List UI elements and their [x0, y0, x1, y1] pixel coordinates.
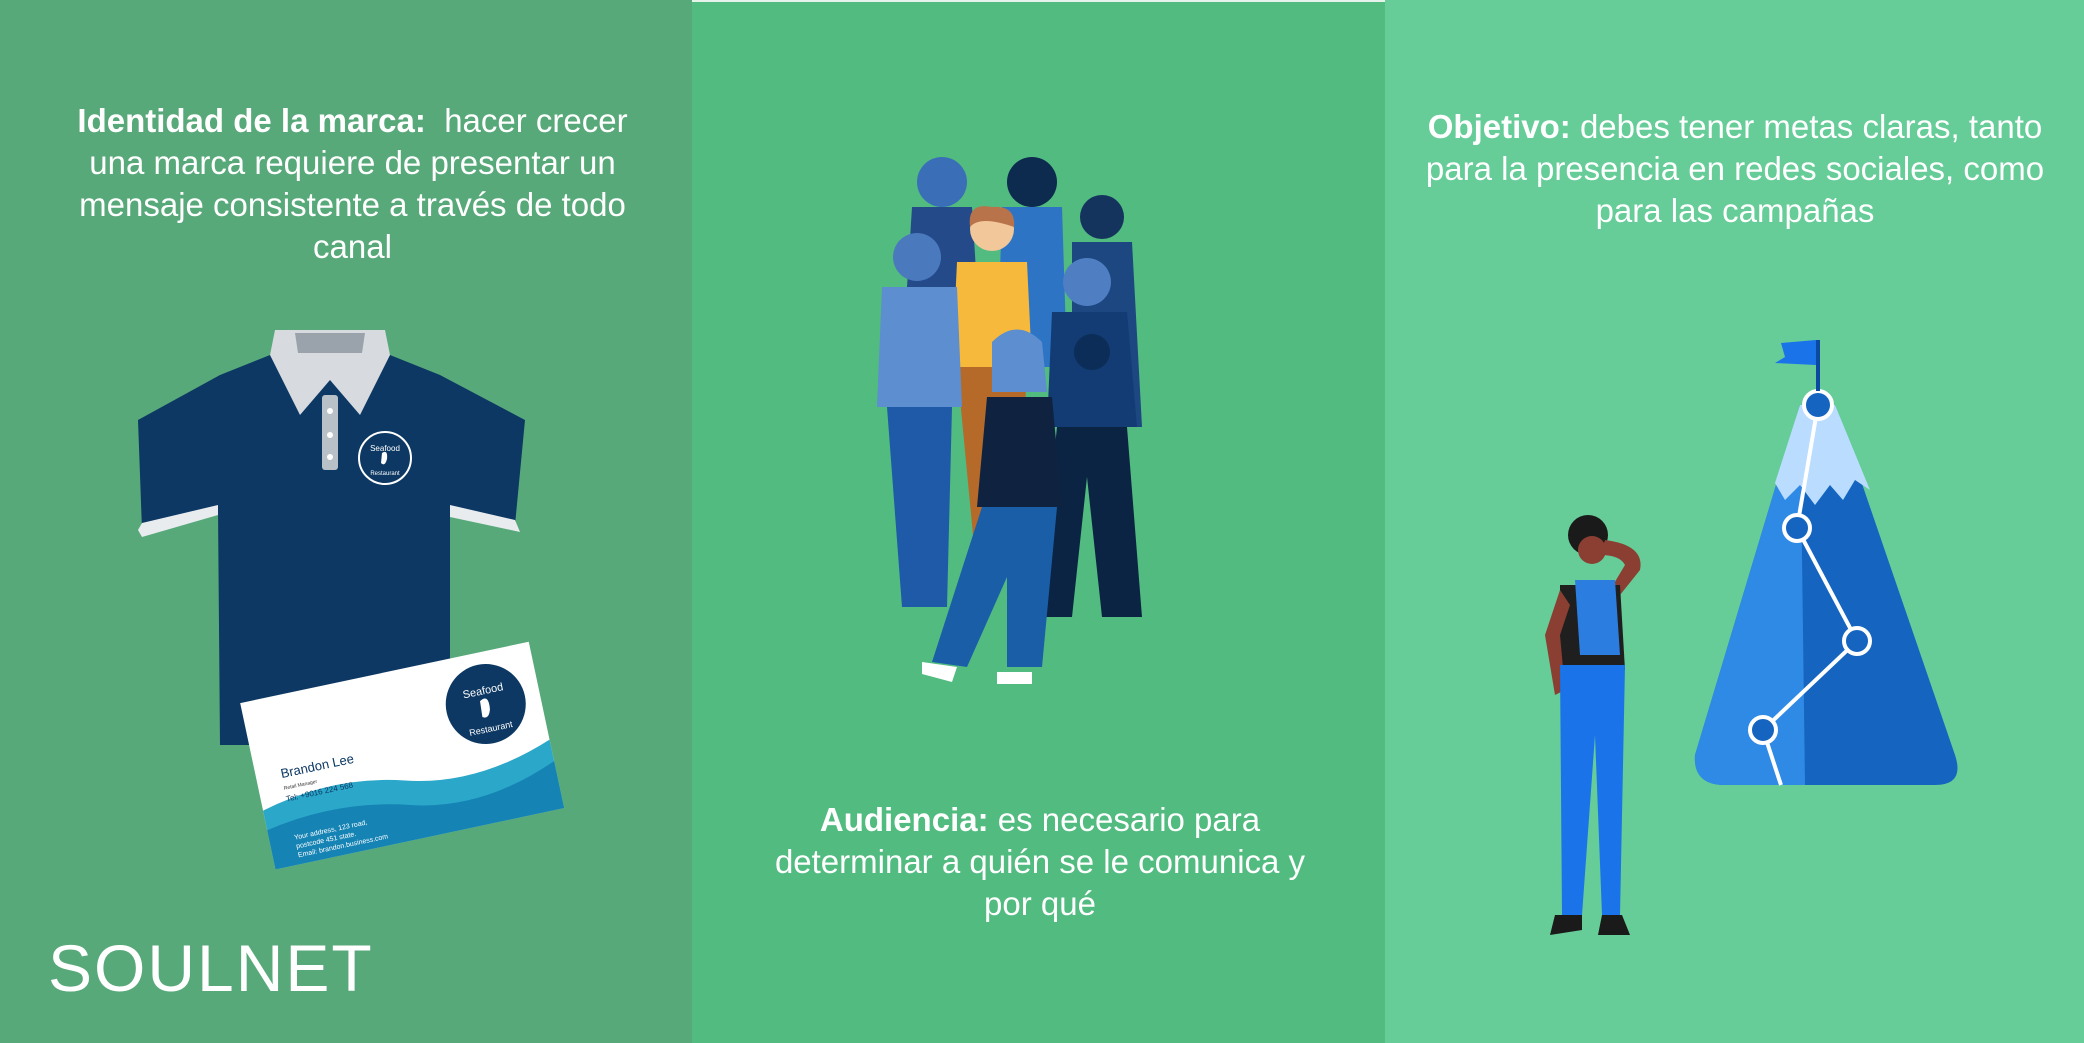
objective-caption: Objetivo: debes tener metas claras, tant…	[1420, 106, 2050, 232]
audience-caption: Audiencia: es necesario para determinar …	[750, 799, 1330, 925]
business-card: Seafood Restaurant Brandon Lee Retail Ma…	[240, 641, 565, 870]
hiker-illustration	[1545, 515, 1641, 935]
shirt-logo-top: Seafood	[370, 444, 400, 453]
logo-text: SOULNET	[48, 931, 374, 1005]
soulnet-logo: SOULNET	[48, 930, 374, 1006]
crowd-illustration	[877, 157, 1142, 684]
panel-objective: Objetivo: debes tener metas claras, tant…	[1385, 0, 2084, 1043]
brand-identity-heading: Identidad de la marca:	[77, 102, 426, 139]
audience-heading: Audiencia:	[819, 801, 989, 838]
panel-audience: Audiencia: es necesario para determinar …	[692, 0, 1385, 1043]
panel-brand-identity: Identidad de la marca: hacer crecer una …	[0, 0, 692, 1043]
flag-icon	[1775, 340, 1816, 365]
infographic: Identidad de la marca: hacer crecer una …	[0, 0, 2084, 1043]
objective-heading: Objetivo:	[1427, 108, 1571, 145]
milestone-top	[1802, 389, 1834, 421]
mountain-goal-illustration	[1694, 340, 1958, 786]
milestone-2	[1842, 626, 1872, 656]
milestone-1	[1748, 715, 1778, 745]
milestone-3	[1782, 513, 1812, 543]
brand-identity-caption: Identidad de la marca: hacer crecer una …	[50, 100, 655, 268]
shirt-logo-bottom: Restaurant	[370, 471, 400, 477]
